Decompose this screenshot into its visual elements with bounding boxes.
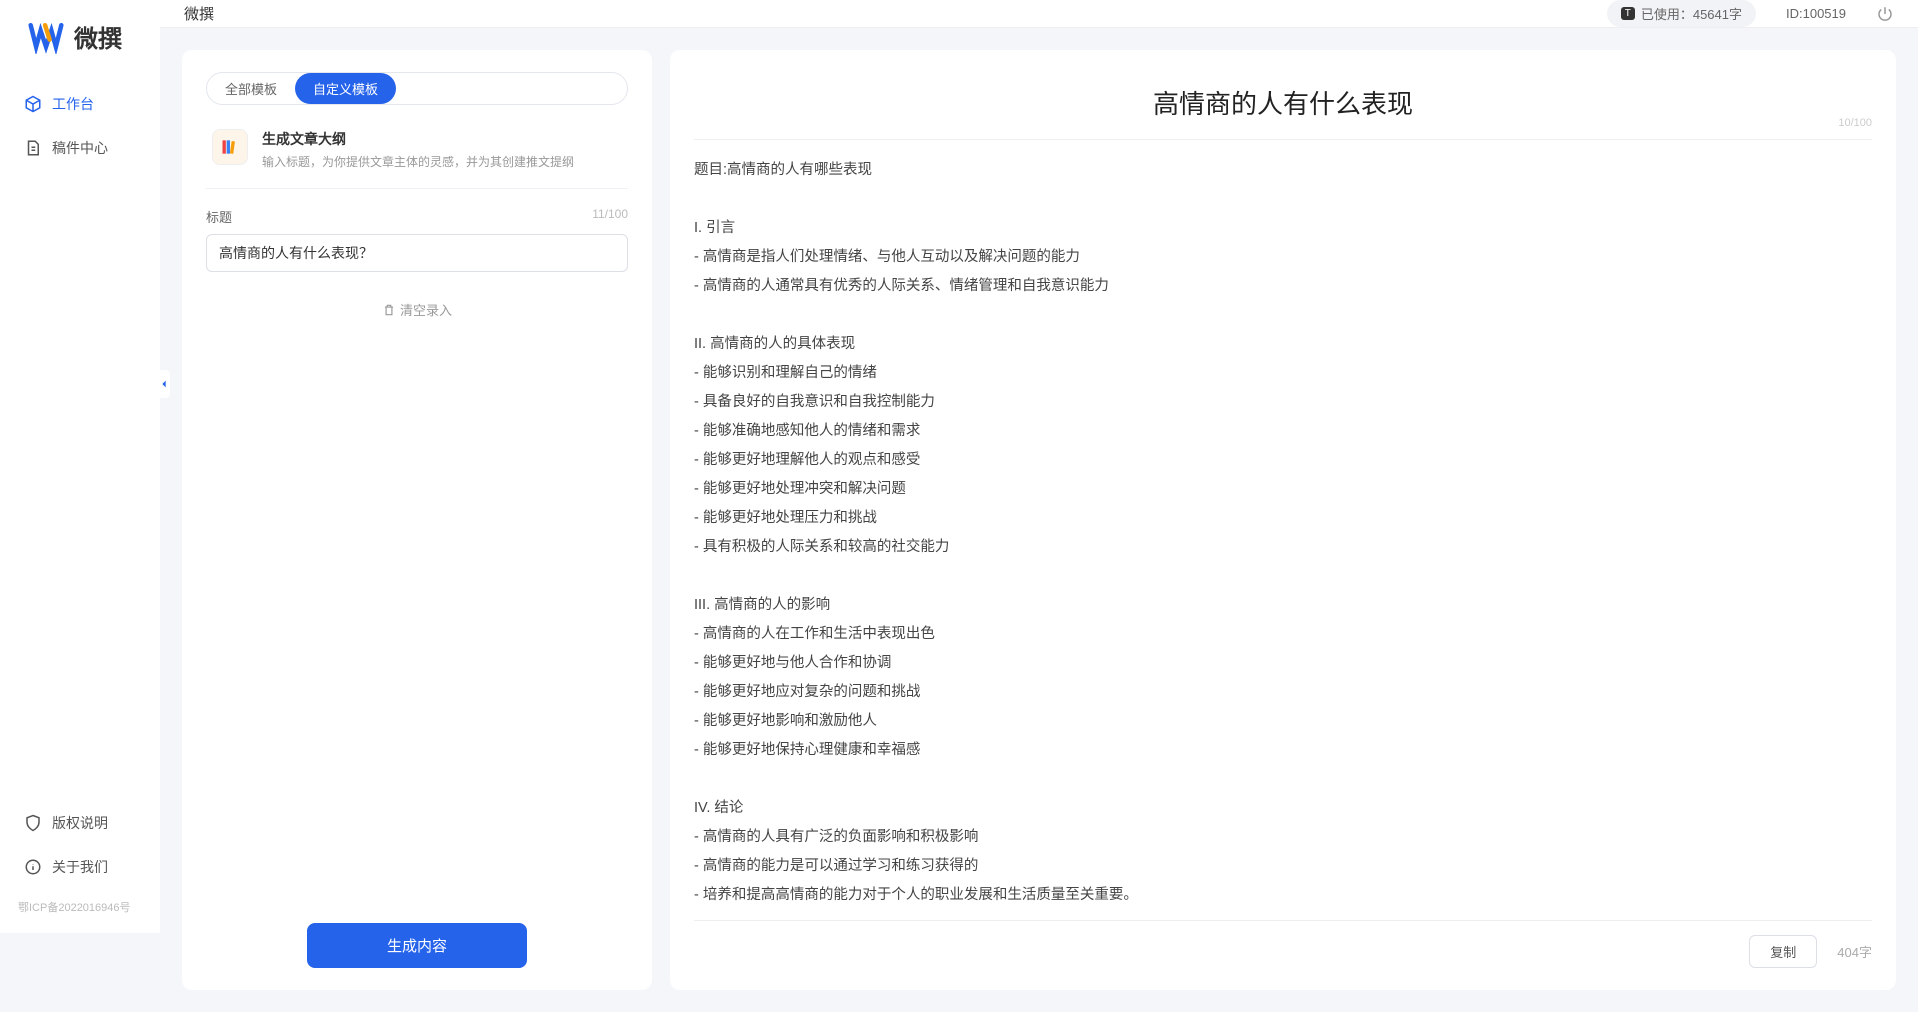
page-title: 微撰: [184, 3, 214, 24]
generate-button[interactable]: 生成内容: [307, 923, 527, 968]
word-count: 404字: [1837, 942, 1872, 961]
clear-input-link[interactable]: 清空录入: [206, 290, 628, 329]
logo: 微撰: [0, 18, 160, 84]
nav-label: 稿件中心: [52, 138, 108, 158]
tab-all-templates[interactable]: 全部模板: [207, 73, 295, 104]
title-input[interactable]: [206, 234, 628, 272]
nav-item-drafts[interactable]: 稿件中心: [10, 128, 150, 168]
nav-item-about[interactable]: 关于我们: [10, 847, 150, 887]
document-icon: [24, 139, 42, 157]
output-body: 题目:高情商的人有哪些表现 I. 引言 - 高情商是指人们处理情绪、与他人互动以…: [694, 156, 1872, 910]
footer-nav: 版权说明 关于我们: [0, 803, 160, 891]
title-counter: 11/100: [592, 207, 628, 226]
trash-icon: [382, 303, 396, 317]
collapse-handle[interactable]: [158, 370, 170, 398]
nav-item-copyright[interactable]: 版权说明: [10, 803, 150, 843]
usage-pill: T 已使用：45641字: [1607, 0, 1756, 27]
nav: 工作台 稿件中心: [0, 84, 160, 803]
shield-icon: [24, 814, 42, 832]
main: 微撰 T 已使用：45641字 ID:100519 全部模板 自定义模板: [160, 0, 1918, 933]
copy-button[interactable]: 复制: [1749, 935, 1817, 968]
template-title: 生成文章大纲: [262, 129, 574, 149]
template-desc: 输入标题，为你提供文章主体的灵感，并为其创建推文提纲: [262, 153, 574, 170]
chevron-left-icon: [159, 378, 169, 390]
nav-label: 工作台: [52, 94, 94, 114]
output-title: 高情商的人有什么表现: [694, 84, 1872, 121]
books-icon: [212, 129, 248, 165]
icp-text: 鄂ICP备2022016946号: [0, 891, 160, 915]
user-id: ID:100519: [1786, 6, 1846, 21]
usage-text: 已使用：45641字: [1641, 4, 1742, 23]
title-label: 标题: [206, 207, 232, 226]
template-card: 生成文章大纲 输入标题，为你提供文章主体的灵感，并为其创建推文提纲: [206, 119, 628, 189]
tabs: 全部模板 自定义模板: [206, 72, 628, 105]
power-icon[interactable]: [1876, 5, 1894, 23]
tab-custom-templates[interactable]: 自定义模板: [295, 73, 396, 104]
nav-item-workbench[interactable]: 工作台: [10, 84, 150, 124]
topbar: 微撰 T 已使用：45641字 ID:100519: [160, 0, 1918, 28]
nav-label: 关于我们: [52, 857, 108, 877]
output-panel: 高情商的人有什么表现 10/100 题目:高情商的人有哪些表现 I. 引言 - …: [670, 50, 1896, 990]
output-title-counter: 10/100: [1838, 117, 1872, 129]
info-icon: [24, 858, 42, 876]
logo-icon: [28, 18, 64, 54]
input-panel: 全部模板 自定义模板 生成文章大纲 输入标题，为你提供文章主体的灵感，并为其创建…: [182, 50, 652, 990]
cube-icon: [24, 95, 42, 113]
sidebar: 微撰 工作台 稿件中心 版权说明: [0, 0, 160, 933]
usage-badge: T: [1621, 7, 1635, 20]
nav-label: 版权说明: [52, 813, 108, 833]
brand-name: 微撰: [74, 19, 122, 54]
